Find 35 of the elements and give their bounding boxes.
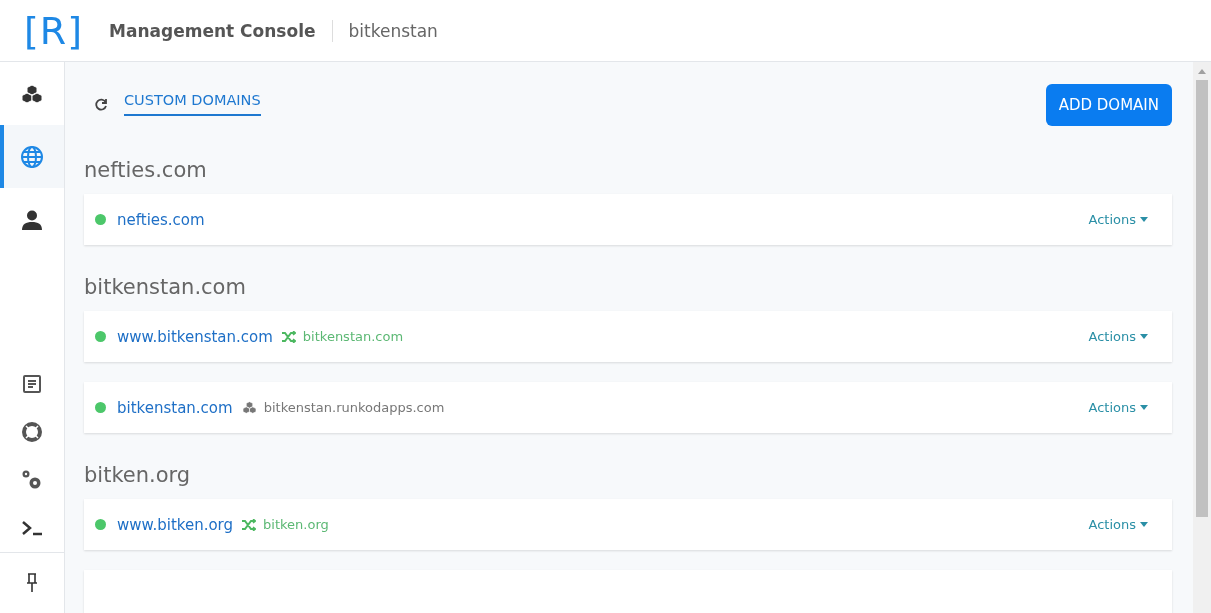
domain-link[interactable]: bitkenstan.com <box>117 398 233 417</box>
caret-icon <box>1140 405 1148 410</box>
scrollbar-thumb[interactable] <box>1196 80 1208 517</box>
terminal-icon <box>21 520 43 536</box>
target-domain: bitkenstan.runkodapps.com <box>263 400 445 415</box>
lifebuoy-icon <box>21 421 43 443</box>
domain-link[interactable]: www.bitken.org <box>117 515 234 534</box>
app-title: Management Console <box>109 19 333 42</box>
actions-dropdown[interactable]: Actions <box>1082 211 1154 228</box>
actions-dropdown[interactable]: Actions <box>1082 399 1154 416</box>
globe-icon <box>20 144 44 169</box>
target-domain: bitkenstan.com <box>302 329 404 344</box>
refresh-icon[interactable] <box>94 98 108 112</box>
group-title: nefties.com <box>84 158 208 182</box>
caret-icon <box>1140 522 1148 527</box>
actions-dropdown[interactable]: Actions <box>1082 328 1154 345</box>
add-domain-button[interactable]: ADD DOMAIN <box>1045 84 1172 126</box>
cubes-icon <box>21 83 43 104</box>
shuffle-icon <box>242 518 257 531</box>
user-icon <box>21 209 43 230</box>
caret-icon <box>1140 334 1148 339</box>
group-title: bitken.org <box>84 463 192 487</box>
document-icon <box>22 374 42 394</box>
shuffle-icon <box>281 330 296 343</box>
actions-dropdown[interactable]: Actions <box>1082 516 1154 533</box>
pin-icon <box>25 573 39 593</box>
target-domain: bitken.org <box>263 517 329 532</box>
group-title: bitkenstan.com <box>84 275 247 299</box>
logo: [R] <box>24 8 84 53</box>
domain-link[interactable]: www.bitkenstan.com <box>117 327 273 346</box>
project-name: bitkenstan <box>347 20 438 41</box>
domain-link[interactable]: nefties.com <box>117 210 205 229</box>
cubes-icon <box>241 401 257 414</box>
tab[interactable]: CUSTOM DOMAINS <box>124 86 261 116</box>
caret-icon <box>1140 217 1148 222</box>
